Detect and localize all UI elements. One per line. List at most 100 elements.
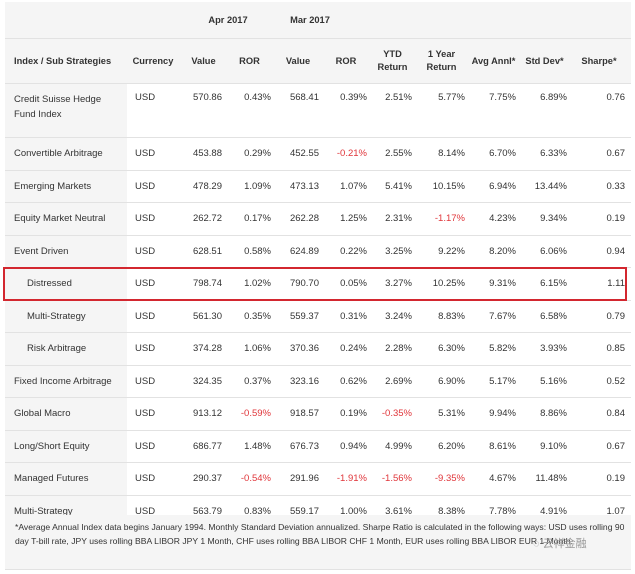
value-cell: 2.51% xyxy=(373,83,418,138)
column-header-row: Index / Sub Strategies Currency Value ROR Va… xyxy=(5,38,631,84)
value-cell: 570.86 xyxy=(185,83,228,138)
strategy-name: Managed Futures xyxy=(5,462,127,496)
value-cell: 0.29% xyxy=(228,137,277,171)
value-cell: 3.25% xyxy=(373,235,418,268)
hedge-fund-index-table: Apr 2017 Mar 2017 Index / Sub Strategies… xyxy=(5,2,631,528)
value-cell: 2.31% xyxy=(373,202,418,236)
highlight-box-distressed xyxy=(3,266,627,301)
strategy-name: Long/Short Equity xyxy=(5,430,127,463)
value-cell: 5.31% xyxy=(418,397,471,431)
value-cell: 4.99% xyxy=(373,430,418,463)
value-cell: 913.12 xyxy=(185,397,228,431)
value-cell: 452.55 xyxy=(277,137,325,171)
value-cell: 686.77 xyxy=(185,430,228,463)
period-header-row: Apr 2017 Mar 2017 xyxy=(5,2,631,39)
watermark-logo: ◌ 云祥金融 xyxy=(533,538,587,550)
value-cell: 8.83% xyxy=(418,300,471,333)
value-cell: 6.30% xyxy=(418,332,471,366)
value-cell: 628.51 xyxy=(185,235,228,268)
value-cell: 6.89% xyxy=(522,83,573,138)
value-cell: 0.43% xyxy=(228,83,277,138)
value-cell: 7.67% xyxy=(471,300,522,333)
value-cell: 0.37% xyxy=(228,365,277,398)
value-cell: 0.94% xyxy=(325,430,373,463)
table-row: Credit Suisse Hedge Fund Index USD 570.86 0… xyxy=(5,83,631,138)
strategy-name: Global Macro xyxy=(5,397,127,431)
value-cell: 0.62% xyxy=(325,365,373,398)
value-cell: 13.44% xyxy=(522,170,573,203)
currency-cell: USD xyxy=(127,83,185,138)
currency-cell: USD xyxy=(127,202,185,236)
value-cell: 262.72 xyxy=(185,202,228,236)
currency-cell: USD xyxy=(127,332,185,366)
value-cell: 0.67 xyxy=(573,137,631,171)
table-row: Managed Futures USD 290.37 -0.54% 291.96 -1.9… xyxy=(5,462,631,496)
value-cell: 0.84 xyxy=(573,397,631,431)
value-cell: 5.77% xyxy=(418,83,471,138)
value-cell: 0.19 xyxy=(573,202,631,236)
column-header: ROR xyxy=(228,38,277,84)
value-cell: 324.35 xyxy=(185,365,228,398)
currency-cell: USD xyxy=(127,397,185,431)
currency-cell: USD xyxy=(127,430,185,463)
table-row: Convertible Arbitrage USD 453.88 0.29% 452.5… xyxy=(5,137,631,171)
value-cell: 568.41 xyxy=(277,83,325,138)
value-cell: 1.25% xyxy=(325,202,373,236)
table-row: Multi-Strategy USD 561.30 0.35% 559.37 0.31% 3… xyxy=(5,300,631,333)
value-cell: 559.37 xyxy=(277,300,325,333)
column-header: Std Dev* xyxy=(522,38,573,84)
value-cell: 10.15% xyxy=(418,170,471,203)
currency-cell: USD xyxy=(127,235,185,268)
value-cell: 0.52 xyxy=(573,365,631,398)
value-cell: 262.28 xyxy=(277,202,325,236)
value-cell: 5.82% xyxy=(471,332,522,366)
value-cell: 0.31% xyxy=(325,300,373,333)
value-cell: 561.30 xyxy=(185,300,228,333)
period-mar-2017: Mar 2017 xyxy=(277,2,373,39)
value-cell: 0.35% xyxy=(228,300,277,333)
value-cell: 8.20% xyxy=(471,235,522,268)
value-cell: 6.70% xyxy=(471,137,522,171)
value-cell: 4.67% xyxy=(471,462,522,496)
value-cell: 0.79 xyxy=(573,300,631,333)
value-cell: 0.39% xyxy=(325,83,373,138)
column-header: Value xyxy=(277,38,325,84)
value-cell: -1.56% xyxy=(373,462,418,496)
value-cell: 374.28 xyxy=(185,332,228,366)
currency-cell: USD xyxy=(127,462,185,496)
value-cell: 0.67 xyxy=(573,430,631,463)
column-header: YTD Return xyxy=(373,38,418,84)
strategy-name: Credit Suisse Hedge Fund Index xyxy=(5,83,127,138)
value-cell: 918.57 xyxy=(277,397,325,431)
column-header: Index / Sub Strategies xyxy=(5,38,127,84)
value-cell: 0.24% xyxy=(325,332,373,366)
value-cell: 453.88 xyxy=(185,137,228,171)
value-cell: -0.21% xyxy=(325,137,373,171)
value-cell: 0.17% xyxy=(228,202,277,236)
value-cell: 2.69% xyxy=(373,365,418,398)
period-apr-2017: Apr 2017 xyxy=(185,2,277,39)
value-cell: -1.17% xyxy=(418,202,471,236)
value-cell: 11.48% xyxy=(522,462,573,496)
value-cell: 323.16 xyxy=(277,365,325,398)
value-cell: -0.54% xyxy=(228,462,277,496)
value-cell: 1.48% xyxy=(228,430,277,463)
table-row: Risk Arbitrage USD 374.28 1.06% 370.36 0.24% 2… xyxy=(5,332,631,366)
value-cell: 6.06% xyxy=(522,235,573,268)
value-cell: 6.90% xyxy=(418,365,471,398)
value-cell: 5.16% xyxy=(522,365,573,398)
table-row: Long/Short Equity USD 686.77 1.48% 676.73 0.9… xyxy=(5,430,631,463)
value-cell: 8.14% xyxy=(418,137,471,171)
value-cell: 0.22% xyxy=(325,235,373,268)
value-cell: 0.58% xyxy=(228,235,277,268)
column-header: Value xyxy=(185,38,228,84)
value-cell: 291.96 xyxy=(277,462,325,496)
value-cell: 1.09% xyxy=(228,170,277,203)
strategy-name: Convertible Arbitrage xyxy=(5,137,127,171)
value-cell: 5.41% xyxy=(373,170,418,203)
value-cell: 3.24% xyxy=(373,300,418,333)
table-row: Emerging Markets USD 478.29 1.09% 473.13 1.07… xyxy=(5,170,631,203)
value-cell: 4.23% xyxy=(471,202,522,236)
value-cell: 624.89 xyxy=(277,235,325,268)
value-cell: 6.33% xyxy=(522,137,573,171)
